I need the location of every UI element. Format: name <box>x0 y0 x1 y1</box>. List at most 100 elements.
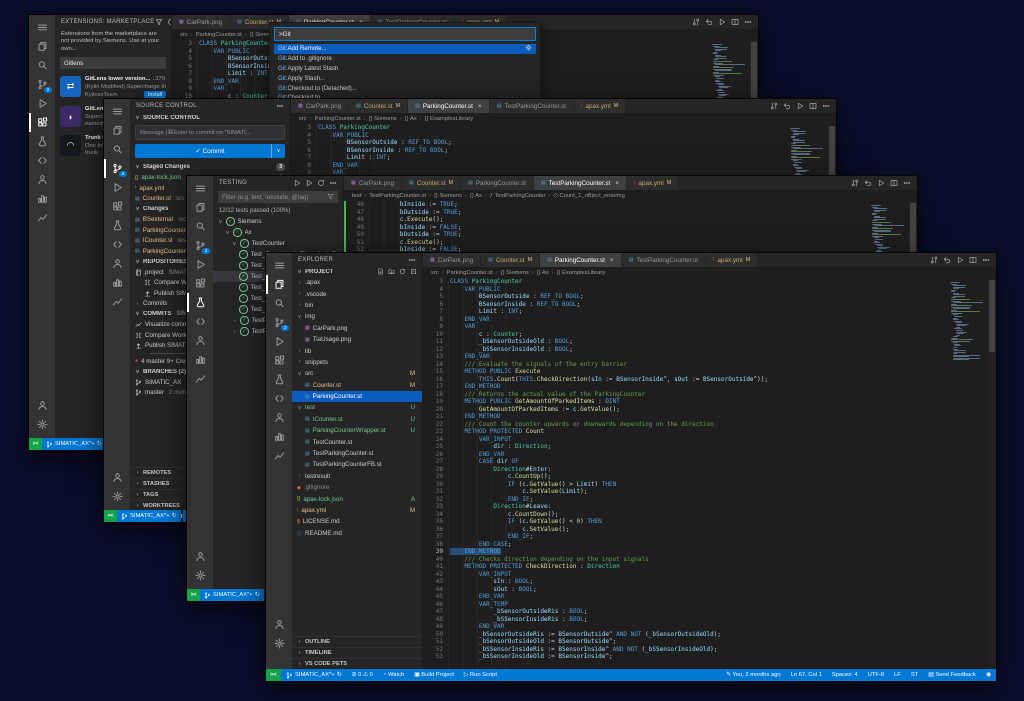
activity-search-icon[interactable] <box>187 217 213 236</box>
breadcrumb-segment[interactable]: src <box>299 116 307 122</box>
refresh-icon[interactable] <box>317 179 325 187</box>
diff-icon[interactable] <box>930 256 938 264</box>
file-testcounter-st[interactable]: ▤TestCounter.st <box>292 436 422 447</box>
breadcrumb-segment[interactable]: {} Ax <box>537 270 549 276</box>
more-icon[interactable] <box>744 18 752 26</box>
file-test[interactable]: ∨testU <box>292 402 422 413</box>
breadcrumb-segment[interactable]: {} Siemens <box>501 270 529 276</box>
scm-section-header[interactable]: ∨SOURCE CONTROL <box>130 112 290 123</box>
new-folder-icon[interactable] <box>388 268 395 275</box>
tab-parkingcounter-st[interactable]: ▤ParkingCounter.st× <box>540 253 622 267</box>
breadcrumb-segment[interactable]: test <box>352 193 361 199</box>
activity-person-icon[interactable] <box>29 170 55 189</box>
branch-status-item[interactable]: SIMATIC_AX*+↻ <box>117 510 181 522</box>
tab-apax-yml[interactable]: !apax.ymlM <box>574 99 626 113</box>
file-license-md[interactable]: §LICENSE.md <box>292 516 422 527</box>
refresh-icon[interactable] <box>399 268 406 275</box>
section-outline[interactable]: ›OUTLINE <box>292 636 422 647</box>
activity-flask-icon[interactable] <box>29 132 55 151</box>
activity-search-icon[interactable] <box>29 56 55 75</box>
activity-flask-icon[interactable] <box>266 370 292 389</box>
test-item-ax[interactable]: ∨✓Ax <box>213 227 343 238</box>
activity-menu-icon[interactable] <box>29 18 55 37</box>
activity-chart-icon[interactable] <box>29 189 55 208</box>
activity-graph-icon[interactable] <box>104 292 130 311</box>
diff-icon[interactable] <box>851 179 859 187</box>
breadcrumb-segment[interactable]: {} ExamplesLibrary <box>557 270 606 276</box>
command-item[interactable]: Git: Apply Latest Stash <box>274 64 536 74</box>
file-parkingcounterwrapper-st[interactable]: ▤ParkingCounterWrapper.stU <box>292 425 422 436</box>
activity-remote-icon[interactable] <box>187 312 213 331</box>
file-carpark-png[interactable]: ▦CarPark.png <box>292 323 422 334</box>
remote-indicator[interactable]: >< <box>29 438 42 450</box>
file--gitignore[interactable]: ◆.gitignore <box>292 482 422 493</box>
file-src[interactable]: ∨srcM <box>292 368 422 379</box>
activity-git-icon[interactable]: 2 <box>104 159 130 178</box>
status-item[interactable]: Spaces: 4 <box>827 672 863 678</box>
breadcrumb[interactable]: src›ParkingCounter.st›{} Siemens›{} Ax›{… <box>291 113 836 124</box>
more-icon[interactable] <box>903 179 911 187</box>
tab-close-icon[interactable]: × <box>610 257 614 264</box>
activity-gear-icon[interactable] <box>187 566 213 585</box>
remote-indicator[interactable]: >< <box>187 589 200 601</box>
command-item[interactable]: Git: Add Remote... <box>274 44 536 54</box>
activity-gear-icon[interactable] <box>104 487 130 506</box>
test-item-testcounter[interactable]: ∨✓TestCounter <box>213 238 343 249</box>
new-file-icon[interactable] <box>377 268 384 275</box>
breadcrumb-segment[interactable]: src <box>431 270 439 276</box>
file--apax[interactable]: ›.apax <box>292 277 422 288</box>
more-icon[interactable] <box>276 102 284 110</box>
file-readme-md[interactable]: ⓘREADME.md <box>292 528 422 539</box>
file-parkingcounter-st[interactable]: ▤ParkingCounter.st <box>292 391 422 402</box>
test-item-siemens[interactable]: ∨✓Siemens <box>213 216 343 227</box>
activity-gear-icon[interactable] <box>266 634 292 653</box>
command-palette-input[interactable]: >Git <box>274 27 536 41</box>
split-icon[interactable] <box>969 256 977 264</box>
split-icon[interactable] <box>731 18 739 26</box>
status-item[interactable]: ▣ Build Project <box>409 672 459 678</box>
activity-extensions-icon[interactable] <box>187 274 213 293</box>
run-icon[interactable] <box>956 256 964 264</box>
undo-icon[interactable] <box>705 18 713 26</box>
tab-carpark-png[interactable]: ▦CarPark.png <box>291 99 349 113</box>
tab-apax-yml[interactable]: !apax.ymlM <box>706 253 758 267</box>
tab-apax-yml[interactable]: !apax.ymlM <box>627 176 679 190</box>
test-filter-input[interactable]: Filter (e.g. text, !exclude, @tag) <box>218 191 338 203</box>
tab-parkingcounter-st[interactable]: ▤ParkingCounter.st× <box>408 99 490 113</box>
filter-icon[interactable] <box>155 18 163 26</box>
breadcrumb-segment[interactable]: ƒ TestParkingCounter <box>490 193 546 199</box>
file--vscode[interactable]: ›.vscode <box>292 288 422 299</box>
file-img[interactable]: ∨img <box>292 311 422 322</box>
gear-icon[interactable] <box>525 44 532 53</box>
breadcrumb-segment[interactable]: {} Ax <box>470 193 482 199</box>
split-icon[interactable] <box>809 102 817 110</box>
explorer-section-header[interactable]: ∨PROJECT <box>292 266 422 277</box>
activity-files-icon[interactable] <box>187 198 213 217</box>
breadcrumb-segment[interactable]: {} Ax <box>405 116 417 122</box>
undo-icon[interactable] <box>783 102 791 110</box>
remote-indicator[interactable]: >< <box>266 669 281 681</box>
collapse-icon[interactable] <box>410 268 417 275</box>
branch-status-item[interactable]: SIMATIC_AX*+↻ <box>200 589 264 601</box>
scrollbar-thumb[interactable] <box>989 280 995 352</box>
command-item[interactable]: Git: Add to .gitignore <box>274 54 536 64</box>
activity-remote-icon[interactable] <box>29 151 55 170</box>
run-icon[interactable] <box>718 18 726 26</box>
activity-debug-icon[interactable] <box>29 94 55 113</box>
scrollbar[interactable] <box>988 278 996 669</box>
activity-git-icon[interactable]: 2 <box>29 75 55 94</box>
activity-person-icon[interactable] <box>266 408 292 427</box>
file-snippets[interactable]: ›snippets <box>292 357 422 368</box>
activity-flask-icon[interactable] <box>104 216 130 235</box>
activity-chart-icon[interactable] <box>104 273 130 292</box>
more-icon[interactable] <box>408 256 416 264</box>
activity-graph-icon[interactable] <box>29 208 55 227</box>
breadcrumb-segment[interactable]: ParkingCounter.st <box>196 32 242 38</box>
command-item[interactable]: Git: Checkout to (Detached)... <box>274 83 536 93</box>
activity-account-icon[interactable] <box>104 468 130 487</box>
activity-account-icon[interactable] <box>187 547 213 566</box>
code-editor[interactable]: 3456789101112131415161718192021222324252… <box>423 278 996 669</box>
activity-search-icon[interactable] <box>104 140 130 159</box>
file-lib[interactable]: ›lib <box>292 345 422 356</box>
tab-carpark-png[interactable]: ▦CarPark.png <box>172 15 230 29</box>
